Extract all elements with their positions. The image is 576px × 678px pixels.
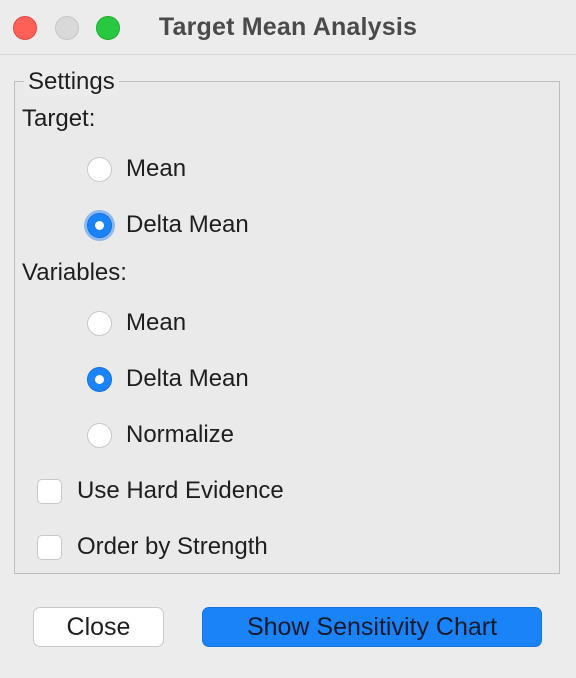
target-label: Target:	[22, 105, 96, 132]
order-by-strength-checkbox[interactable]	[37, 534, 62, 560]
variables-label: Variables:	[22, 259, 127, 286]
variables-delta-mean-radio[interactable]	[87, 366, 112, 392]
target-mean-label: Mean	[126, 155, 187, 182]
target-mean-radio-row[interactable]: Mean	[87, 152, 186, 186]
window-title: Target Mean Analysis	[158, 13, 418, 41]
target-delta-mean-radio-row[interactable]: Delta Mean	[87, 208, 249, 242]
close-button[interactable]: Close	[33, 607, 164, 647]
show-sensitivity-chart-button[interactable]: Show Sensitivity Chart	[202, 607, 542, 647]
variables-mean-radio[interactable]	[87, 310, 112, 336]
target-delta-mean-radio[interactable]	[87, 212, 112, 238]
settings-legend: Settings	[24, 67, 119, 97]
dialog-window: Target Mean Analysis Settings Target: Me…	[0, 0, 576, 678]
target-mean-radio[interactable]	[87, 156, 112, 182]
variables-delta-mean-label: Delta Mean	[126, 365, 249, 392]
variables-normalize-radio-row[interactable]: Normalize	[87, 418, 234, 452]
title-bar: Target Mean Analysis	[0, 0, 576, 55]
variables-mean-radio-row[interactable]: Mean	[87, 306, 186, 340]
target-delta-mean-label: Delta Mean	[126, 211, 249, 238]
order-by-strength-label: Order by Strength	[77, 533, 268, 560]
use-hard-evidence-label: Use Hard Evidence	[77, 477, 284, 504]
use-hard-evidence-checkbox[interactable]	[37, 478, 62, 504]
variables-normalize-radio[interactable]	[87, 422, 112, 448]
use-hard-evidence-checkbox-row[interactable]: Use Hard Evidence	[37, 474, 284, 508]
variables-delta-mean-radio-row[interactable]: Delta Mean	[87, 362, 249, 396]
variables-mean-label: Mean	[126, 309, 187, 336]
order-by-strength-checkbox-row[interactable]: Order by Strength	[37, 530, 268, 564]
variables-normalize-label: Normalize	[126, 421, 235, 448]
